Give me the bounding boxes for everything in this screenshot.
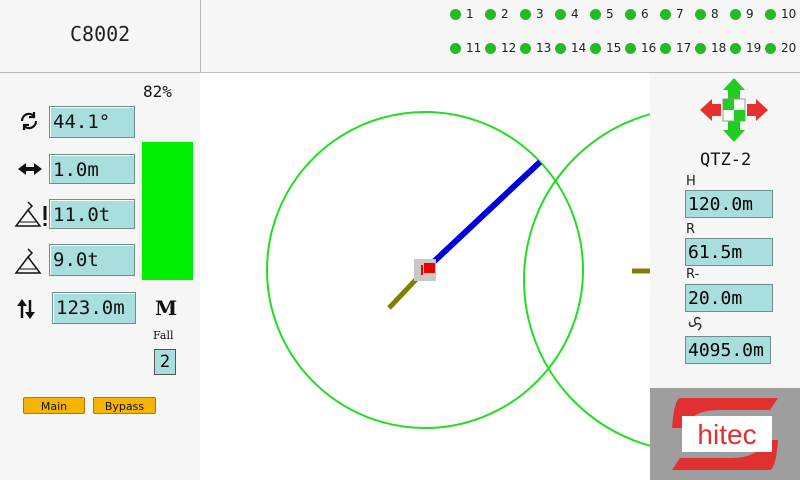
status-light-label: 2 [501,7,509,21]
slew-angle-value: 44.1° [49,106,135,138]
fall-value: 2 [154,349,176,375]
status-light-6 [625,9,636,20]
status-light-label: 19 [746,41,762,55]
status-light-label: 5 [606,7,614,21]
height-arrows-icon [17,299,35,319]
status-light-17 [660,43,671,54]
rotate-icon [20,112,38,130]
status-light-15 [590,43,601,54]
status-light-14 [555,43,566,54]
status-light-label: 12 [501,41,517,55]
radius-value: 61.5m [685,238,773,266]
wind-speed-value: 4095.0m [685,336,771,364]
status-light-label: 8 [711,7,719,21]
status-light-10 [765,9,776,20]
status-light-16 [625,43,636,54]
load-ratio-bar [142,142,193,280]
direction-cross-icon [700,78,768,142]
status-light-label: 10 [781,7,797,21]
status-light-8 [695,9,706,20]
status-light-label: 20 [781,41,797,55]
status-light-label: 9 [746,7,754,21]
status-light-label: 15 [606,41,622,55]
status-light-20 [765,43,776,54]
max-load-value: 11.0t [49,199,135,229]
hitec-logo: hitec [672,398,778,470]
hook-height-value: 123.0m [52,292,136,324]
status-light-2 [485,9,496,20]
jib [422,159,543,273]
status-light-label: 4 [571,7,579,21]
status-light-18 [695,43,706,54]
load-hook-icon [14,248,42,274]
status-light-12 [485,43,496,54]
fall-mode-label: M [155,296,178,320]
main-button[interactable]: Main [23,397,85,414]
status-light-4 [555,9,566,20]
status-light-13 [520,43,531,54]
status-light-19 [730,43,741,54]
status-light-label: 3 [536,7,544,21]
model-title: C8002 [70,22,131,46]
status-light-label: 1 [466,7,474,21]
rear-radius-value: 20.0m [685,284,773,312]
height-value: 120.0m [685,190,773,218]
work-circle-neighbor [523,113,650,447]
status-light-label: 18 [711,41,727,55]
status-light-9 [730,9,741,20]
logo-text: hitec [697,419,756,450]
current-load-value: 9.0t [49,244,135,276]
status-light-label: 6 [641,7,649,21]
status-light-1 [450,9,461,20]
status-light-label: 11 [466,41,482,55]
status-light-label: 16 [641,41,657,55]
top-panel [200,0,800,72]
status-light-11 [450,43,461,54]
crane-id: QTZ-2 [700,150,752,170]
trolley-marker [424,263,435,273]
trolley-radius-value: 1.0m [49,154,135,184]
status-light-label: 17 [676,41,692,55]
bypass-button[interactable]: Bypass [93,397,156,414]
divider [200,0,201,72]
fall-label: Fall [153,329,174,342]
status-light-5 [590,9,601,20]
status-light-3 [520,9,531,20]
wind-icon [688,316,702,331]
load-percent-label: 82% [143,82,172,101]
max-load-warning-icon [14,201,47,227]
work-area-map [266,111,650,447]
status-light-label: 14 [571,41,587,55]
rear-radius-label: R- [686,267,700,282]
status-light-label: 13 [536,41,552,55]
trolley-arrows-icon [18,163,42,175]
height-label: H [686,174,696,189]
status-light-7 [660,9,671,20]
radius-label: R [686,222,696,237]
status-light-label: 7 [676,7,684,21]
